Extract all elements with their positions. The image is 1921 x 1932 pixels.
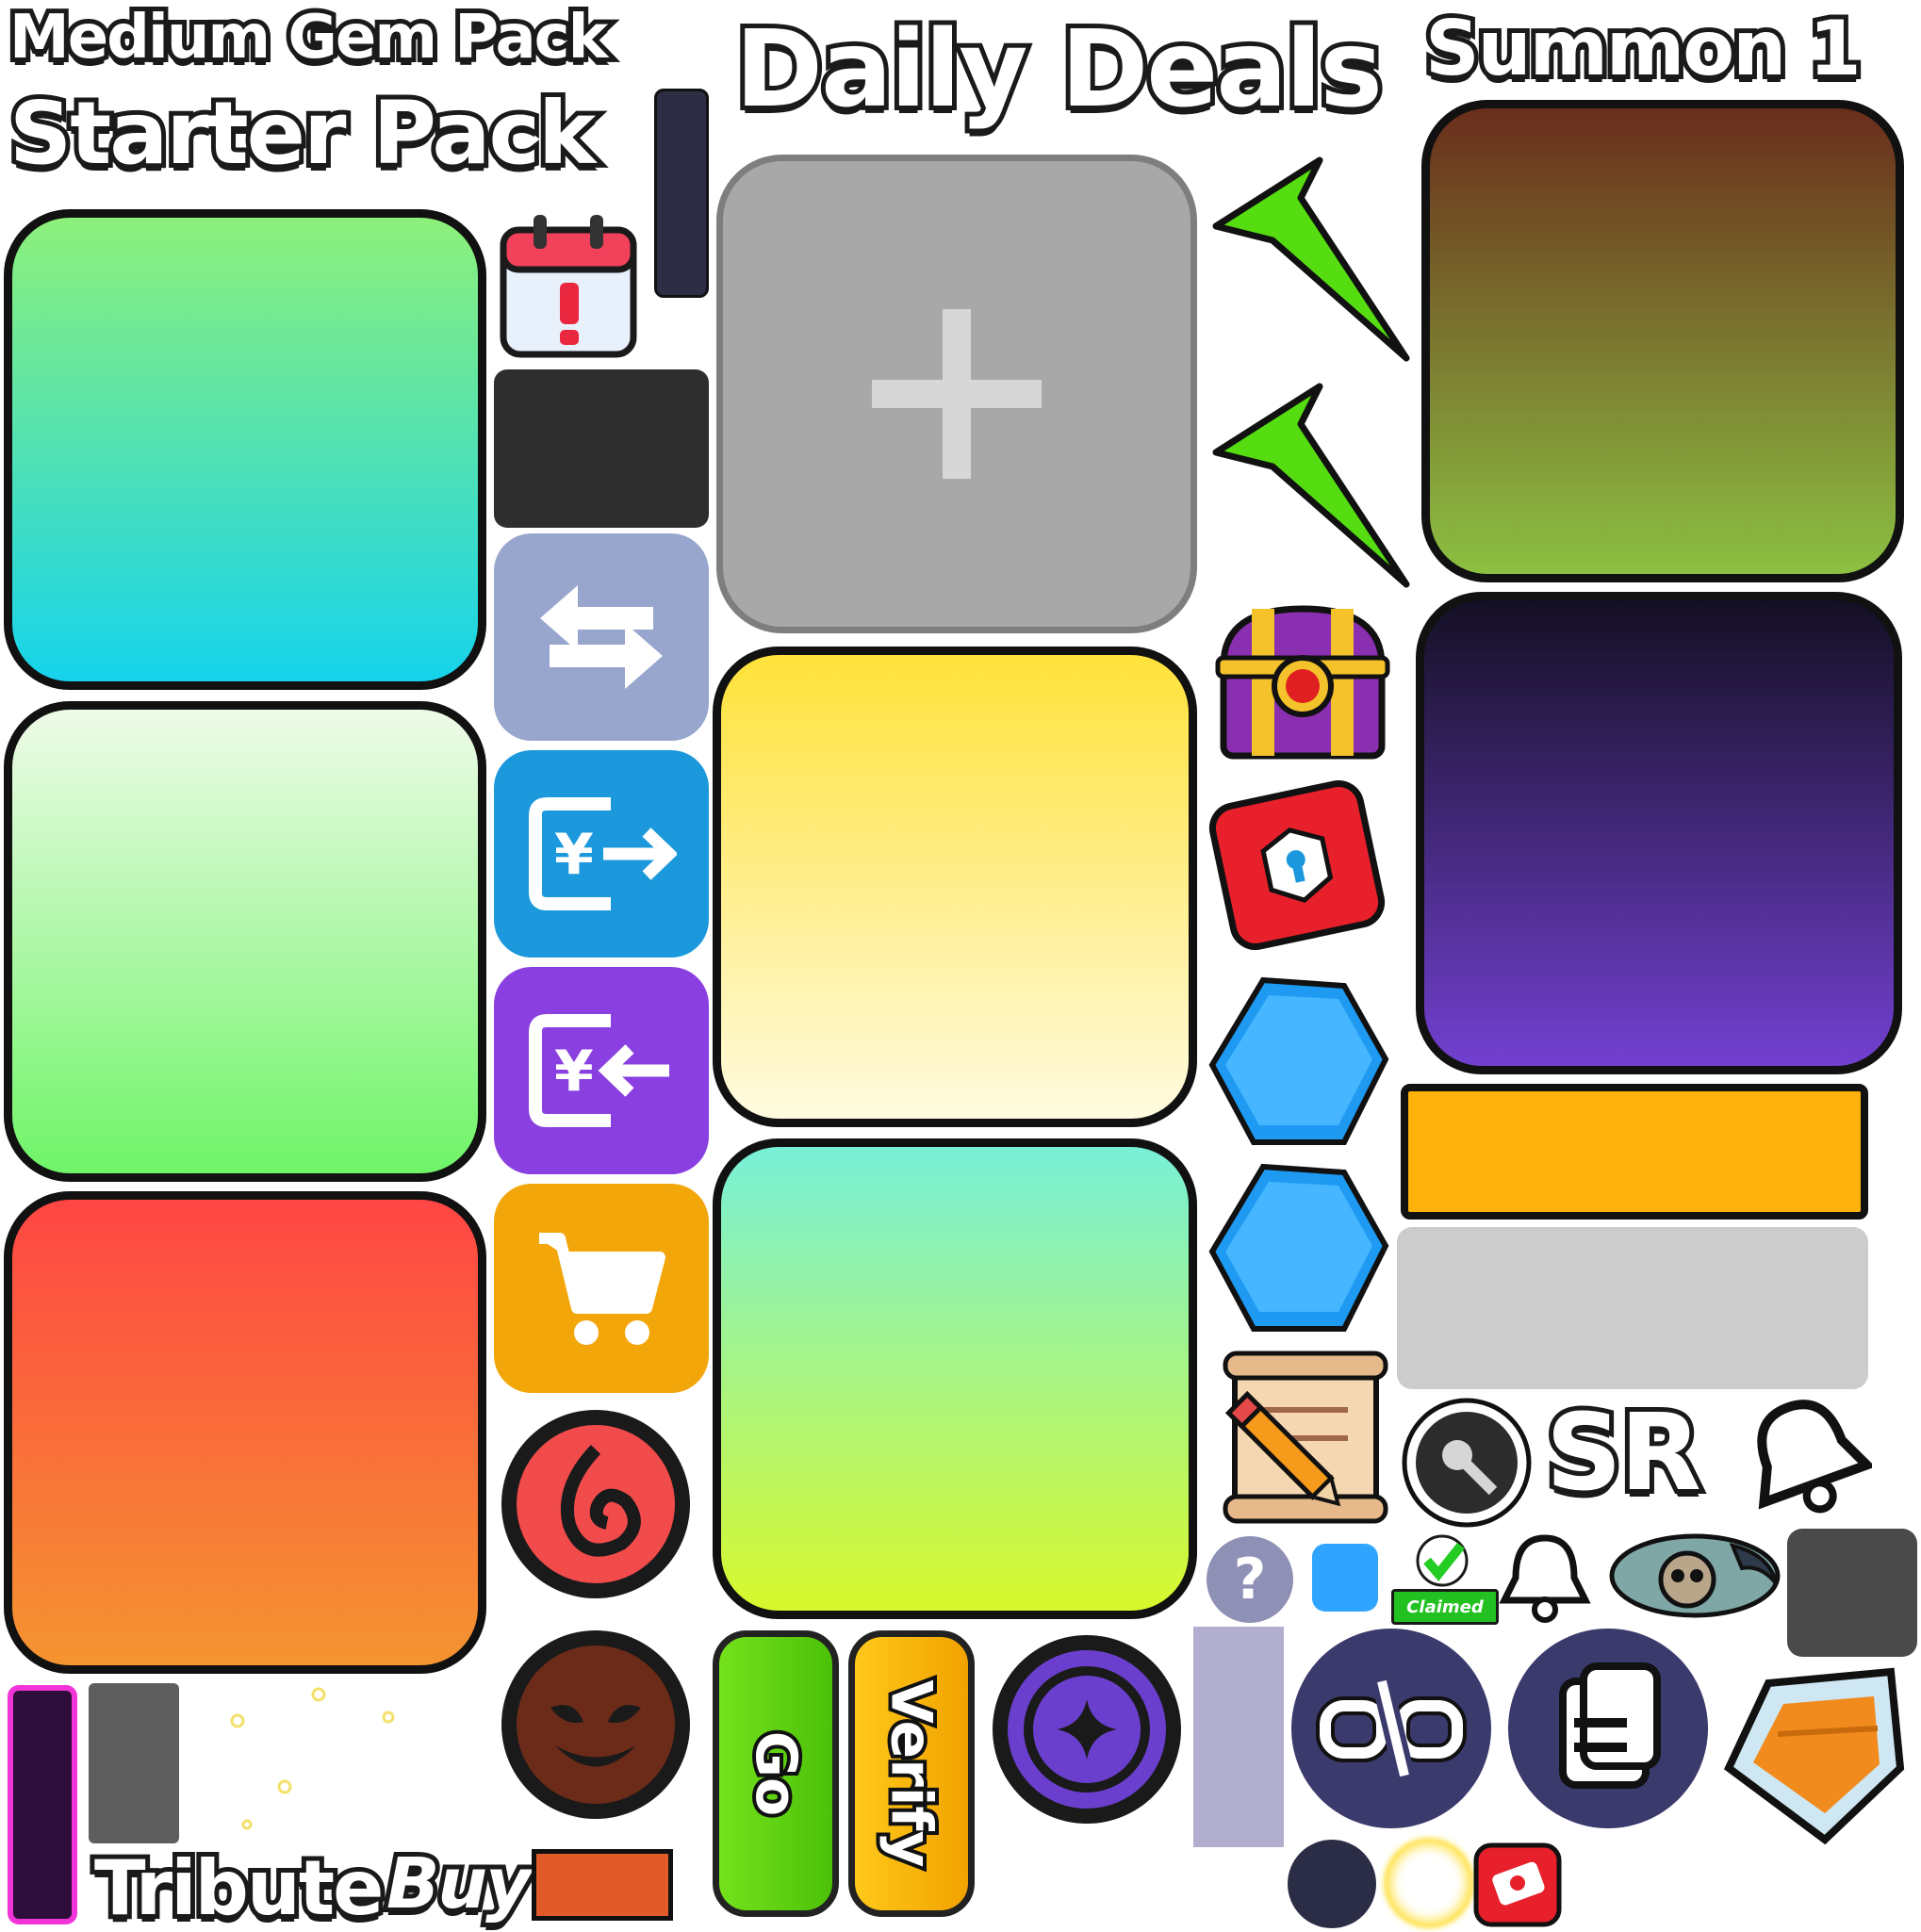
- pack-card-mint-green[interactable]: [4, 701, 486, 1182]
- unlink-icon[interactable]: [1288, 1625, 1495, 1832]
- glow-circle: [1386, 1840, 1472, 1926]
- daily-deals-title: Daily Deals: [731, 8, 1387, 131]
- plus-icon: [872, 309, 1042, 479]
- summon-card-brown-olive[interactable]: [1421, 100, 1904, 582]
- svg-text:¥: ¥: [554, 1039, 594, 1105]
- go-button[interactable]: Go: [713, 1630, 839, 1917]
- yen-exit-icon[interactable]: ¥: [494, 750, 709, 958]
- grey-square-slot: [1787, 1529, 1917, 1657]
- help-icon[interactable]: ?: [1207, 1536, 1293, 1623]
- fire-swirl-icon: [494, 1402, 698, 1606]
- blue-hexagon-gem-icon-2: [1207, 1161, 1391, 1340]
- summon-1-title: Summon 1: [1420, 5, 1866, 92]
- pack-card-green-cyan[interactable]: [4, 209, 486, 690]
- sparkle-effect: [209, 1683, 417, 1843]
- ticket-skull-icon: [1472, 1842, 1563, 1928]
- dark-slot-bar: [654, 89, 709, 298]
- grey-vertical-bar: [89, 1683, 179, 1843]
- bell-icon: [1497, 1531, 1593, 1625]
- sr-rarity-label: SR: [1541, 1392, 1706, 1514]
- pack-card-teal-lime[interactable]: [713, 1138, 1197, 1619]
- red-lock-icon: [1205, 779, 1389, 951]
- orange-buy-button[interactable]: [532, 1849, 673, 1921]
- medium-gem-pack-title: Medium Gem Pack: [5, 3, 613, 73]
- starter-pack-title: Starter Pack: [5, 83, 600, 184]
- bell-icon-large: [1740, 1395, 1876, 1521]
- dark-circle-swatch: [1288, 1840, 1376, 1928]
- grey-bar-slot: [1397, 1227, 1868, 1389]
- lavender-slot-bar: [1193, 1627, 1284, 1847]
- treasure-chest-icon: [1210, 599, 1395, 769]
- key-icon: [1399, 1397, 1535, 1529]
- shopping-cart-icon[interactable]: [494, 1184, 709, 1393]
- purple-glow-bar: [8, 1685, 77, 1924]
- orange-progress-bar: [1401, 1084, 1868, 1220]
- orange-gem-icon: [1721, 1664, 1906, 1849]
- tribute-label: Tribute: [90, 1844, 388, 1932]
- demon-face-icon: [494, 1623, 698, 1826]
- claimed-badge: Claimed: [1391, 1534, 1499, 1625]
- green-arrow-icon-2: [1207, 377, 1414, 594]
- character-portrait: [1601, 1527, 1783, 1625]
- verify-button[interactable]: Verify: [848, 1630, 975, 1917]
- calendar-alert-icon: [498, 209, 639, 360]
- buy-label: Buy: [382, 1843, 535, 1924]
- blue-square-swatch: [1312, 1544, 1378, 1612]
- moon-star-icon: [986, 1629, 1188, 1830]
- check-icon: [1416, 1534, 1469, 1587]
- pack-card-yellow[interactable]: [713, 647, 1197, 1127]
- blue-hexagon-gem-icon: [1207, 974, 1391, 1154]
- scroll-pencil-icon: [1207, 1344, 1391, 1529]
- green-arrow-icon: [1207, 151, 1414, 368]
- swap-arrows-icon[interactable]: [494, 533, 709, 741]
- pack-card-red-orange[interactable]: [4, 1191, 486, 1674]
- svg-text:¥: ¥: [554, 822, 594, 888]
- add-item-tile[interactable]: [716, 155, 1197, 633]
- document-icon[interactable]: [1504, 1625, 1712, 1832]
- dark-rect-slot: [494, 369, 709, 528]
- summon-card-dark-purple[interactable]: [1416, 592, 1902, 1074]
- yen-enter-icon[interactable]: ¥: [494, 967, 709, 1174]
